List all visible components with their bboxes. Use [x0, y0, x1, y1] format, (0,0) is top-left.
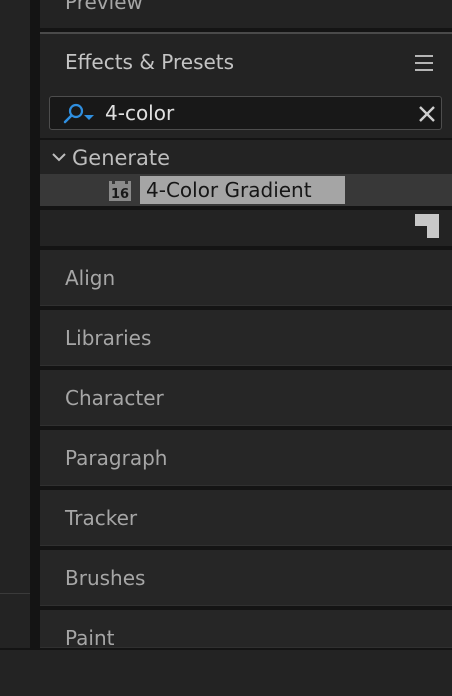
tree-category-generate[interactable]: Generate: [40, 143, 452, 173]
preview-panel[interactable]: Preview: [40, 0, 452, 28]
tree-item-label[interactable]: 4-Color Gradient: [140, 176, 345, 204]
right-panel-stack: Preview Effects & Presets 4-color Genera…: [40, 0, 452, 648]
search-value[interactable]: 4-color: [105, 100, 174, 126]
panel-splitter[interactable]: [30, 0, 40, 648]
bottom-panel: [0, 648, 452, 696]
new-folder-icon[interactable]: [415, 214, 439, 238]
panel-paint[interactable]: Paint: [40, 610, 452, 648]
menu-icon[interactable]: [415, 55, 433, 71]
panel-libraries-title[interactable]: Libraries: [65, 324, 151, 352]
bit-depth-badge: 16: [111, 187, 129, 202]
search-icon[interactable]: [62, 102, 94, 126]
chevron-down-icon[interactable]: [52, 151, 66, 163]
panel-align[interactable]: Align: [40, 250, 452, 306]
panel-tracker-title[interactable]: Tracker: [65, 504, 137, 532]
tree-divider: [40, 138, 452, 140]
effects-presets-panel: Effects & Presets 4-color Generate 16 4-…: [40, 32, 452, 246]
effect-16bpc-icon: 16: [109, 180, 131, 202]
panel-paragraph[interactable]: Paragraph: [40, 430, 452, 486]
tree-item-4-color-gradient[interactable]: 16 4-Color Gradient: [40, 174, 452, 206]
clear-icon[interactable]: [418, 105, 436, 123]
left-panel-divider: [0, 593, 30, 594]
tree-category-label: Generate: [72, 146, 171, 170]
panel-brushes[interactable]: Brushes: [40, 550, 452, 606]
panel-character[interactable]: Character: [40, 370, 452, 426]
panel-tracker[interactable]: Tracker: [40, 490, 452, 546]
panel-character-title[interactable]: Character: [65, 384, 164, 412]
effects-presets-title[interactable]: Effects & Presets: [65, 48, 234, 76]
tree-bottom-divider: [40, 206, 452, 210]
panel-paint-title[interactable]: Paint: [65, 624, 115, 648]
panel-paragraph-title[interactable]: Paragraph: [65, 444, 167, 472]
panel-brushes-title[interactable]: Brushes: [65, 564, 145, 592]
panel-align-title[interactable]: Align: [65, 264, 115, 292]
left-panel: [0, 0, 30, 648]
search-input[interactable]: 4-color: [49, 96, 442, 130]
panel-libraries[interactable]: Libraries: [40, 310, 452, 366]
preview-panel-title[interactable]: Preview: [65, 0, 143, 16]
